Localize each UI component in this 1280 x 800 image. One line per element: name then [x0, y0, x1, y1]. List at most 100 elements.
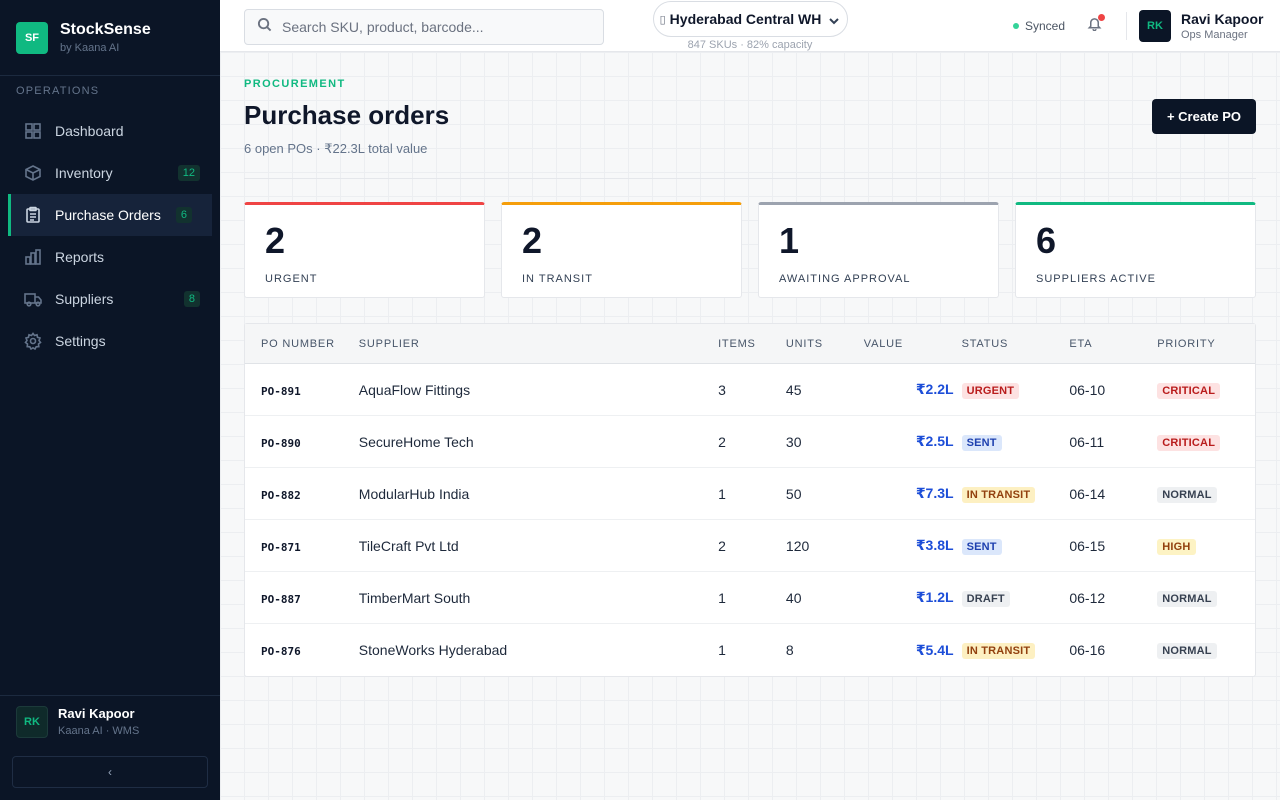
eta-date: 06-12: [1069, 589, 1106, 606]
units-count: 8: [785, 642, 794, 658]
brand[interactable]: SF StockSense by Kaana AI: [0, 0, 220, 76]
po-number: PO-882: [261, 488, 301, 502]
column-header[interactable]: PO NUMBER: [245, 338, 359, 350]
table-cell: TileCraft Pvt Ltd: [359, 538, 718, 554]
search-icon: [257, 17, 272, 37]
table-cell: ₹1.2L: [864, 589, 962, 606]
table-row[interactable]: PO-876 StoneWorks Hyderabad 1 8 ₹5.4L IN TRAN…: [245, 624, 1255, 676]
table-cell: 06-10: [1069, 382, 1157, 398]
user-menu[interactable]: RK Ravi Kapoor Ops Manager: [1139, 10, 1263, 42]
column-header[interactable]: VALUE: [864, 338, 962, 350]
stat-label: URGENT: [265, 273, 318, 285]
table-cell: PO-887: [245, 590, 359, 606]
sidebar-item-label: Dashboard: [55, 123, 124, 139]
table-cell: URGENT: [961, 381, 1070, 399]
column-header[interactable]: PRIORITY: [1157, 338, 1255, 350]
supplier-name: SecureHome Tech: [358, 433, 474, 450]
status-pill: DRAFT: [961, 590, 1010, 607]
notifications-button[interactable]: [1087, 14, 1105, 34]
table-cell: 45: [786, 382, 864, 398]
table-cell: StoneWorks Hyderabad: [359, 642, 718, 658]
priority-pill: NORMAL: [1157, 486, 1217, 503]
warehouse-selector[interactable]: ▯ Hyderabad Central WH: [653, 1, 848, 37]
table-cell: NORMAL: [1157, 641, 1255, 659]
bar-chart-icon: [24, 248, 42, 266]
page-title: Purchase orders: [244, 100, 450, 130]
sidebar-item-purchase-orders[interactable]: Purchase Orders 6: [8, 194, 212, 236]
table-cell: IN TRANSIT: [961, 485, 1070, 503]
table-header: PO NUMBER SUPPLIER ITEMS UNITS VALUE STA…: [245, 324, 1255, 364]
warehouse-name: Hyderabad Central WH: [669, 11, 822, 27]
column-header[interactable]: STATUS: [962, 338, 1070, 350]
po-number: PO-891: [261, 384, 301, 398]
table-cell: 3: [718, 382, 786, 398]
create-po-button[interactable]: + Create PO: [1152, 99, 1256, 134]
column-header[interactable]: ITEMS: [718, 338, 786, 350]
suppliers-count-badge: 8: [183, 291, 200, 307]
table-cell: PO-871: [245, 538, 359, 554]
table-cell: 06-14: [1069, 486, 1157, 502]
purchase-orders-table: PO NUMBER SUPPLIER ITEMS UNITS VALUE STA…: [244, 323, 1256, 677]
sidebar-item-settings[interactable]: Settings: [0, 320, 220, 362]
dashboard-icon: [24, 122, 42, 140]
sync-status-label: Synced: [1025, 19, 1066, 33]
stat-value: 1: [779, 220, 800, 261]
sidebar-item-label: Inventory: [55, 165, 113, 181]
stat-card-awaiting-approval[interactable]: 1 AWAITING APPROVAL: [758, 202, 999, 298]
po-value: ₹5.4L: [915, 641, 954, 658]
stat-card-suppliers-active[interactable]: 6 SUPPLIERS ACTIVE: [1015, 202, 1256, 298]
table-row[interactable]: PO-890 SecureHome Tech 2 30 ₹2.5L SENT 06-11 CR…: [245, 416, 1255, 468]
table-cell: NORMAL: [1157, 485, 1255, 503]
eta-date: 06-14: [1069, 485, 1106, 502]
sidebar-item-suppliers[interactable]: Suppliers 8: [0, 278, 220, 320]
search-box[interactable]: [244, 9, 604, 45]
status-pill: URGENT: [961, 382, 1020, 399]
table-row[interactable]: PO-871 TileCraft Pvt Ltd 2 120 ₹3.8L SENT 06-1…: [245, 520, 1255, 572]
priority-pill: CRITICAL: [1157, 434, 1221, 451]
main-content: PROCUREMENT Purchase orders 6 open POs ·…: [220, 52, 1280, 800]
table-cell: PO-890: [245, 434, 359, 450]
stat-card-urgent[interactable]: 2 URGENT: [244, 202, 485, 298]
table-row[interactable]: PO-887 TimberMart South 1 40 ₹1.2L DRAFT 06-12…: [245, 572, 1255, 624]
table-cell: 1: [718, 486, 786, 502]
po-value: ₹3.8L: [915, 537, 954, 553]
table-row[interactable]: PO-891 AquaFlow Fittings 3 45 ₹2.2L URGENT 06-…: [245, 364, 1255, 416]
column-header[interactable]: UNITS: [786, 338, 864, 350]
column-header[interactable]: ETA: [1069, 338, 1157, 350]
table-cell: TimberMart South: [359, 590, 718, 606]
table-cell: 06-11: [1069, 434, 1157, 450]
gear-icon: [24, 332, 42, 350]
topbar: ▯ Hyderabad Central WH 847 SKUs · 82% ca…: [220, 0, 1280, 52]
column-header[interactable]: SUPPLIER: [359, 338, 718, 350]
table-row[interactable]: PO-882 ModularHub India 1 50 ₹7.3L IN TRANSIT…: [245, 468, 1255, 520]
status-pill: IN TRANSIT: [961, 486, 1036, 503]
truck-icon: [24, 290, 42, 308]
priority-pill: NORMAL: [1157, 643, 1217, 659]
table-cell: IN TRANSIT: [961, 641, 1070, 659]
search-input[interactable]: [282, 19, 582, 35]
eta-date: 06-16: [1069, 642, 1106, 658]
table-cell: SENT: [961, 433, 1070, 451]
table-cell: 120: [786, 538, 864, 554]
stat-label: AWAITING APPROVAL: [779, 273, 911, 285]
sidebar-item-reports[interactable]: Reports: [0, 236, 220, 278]
table-cell: PO-882: [245, 486, 359, 502]
po-value: ₹2.5L: [915, 433, 954, 449]
sidebar: SF StockSense by Kaana AI OPERATIONS Das…: [0, 0, 220, 800]
clipboard-icon: [24, 206, 42, 224]
table-cell: CRITICAL: [1157, 433, 1255, 451]
sidebar-item-dashboard[interactable]: Dashboard: [0, 110, 220, 152]
items-count: 1: [718, 485, 726, 502]
brand-sub: by Kaana AI: [60, 42, 120, 54]
table-cell: 30: [786, 434, 864, 450]
table-cell: DRAFT: [961, 589, 1070, 607]
priority-pill: CRITICAL: [1157, 382, 1221, 399]
inventory-count-badge: 12: [177, 165, 200, 181]
eta-date: 06-15: [1069, 537, 1106, 554]
items-count: 2: [718, 433, 726, 450]
sidebar-item-inventory[interactable]: Inventory 12: [0, 152, 220, 194]
collapse-sidebar-button[interactable]: ‹: [12, 756, 208, 788]
items-count: 2: [718, 537, 726, 554]
stat-card-in-transit[interactable]: 2 IN TRANSIT: [501, 202, 742, 298]
sidebar-user[interactable]: RK Ravi Kapoor Kaana AI · WMS: [0, 695, 220, 747]
